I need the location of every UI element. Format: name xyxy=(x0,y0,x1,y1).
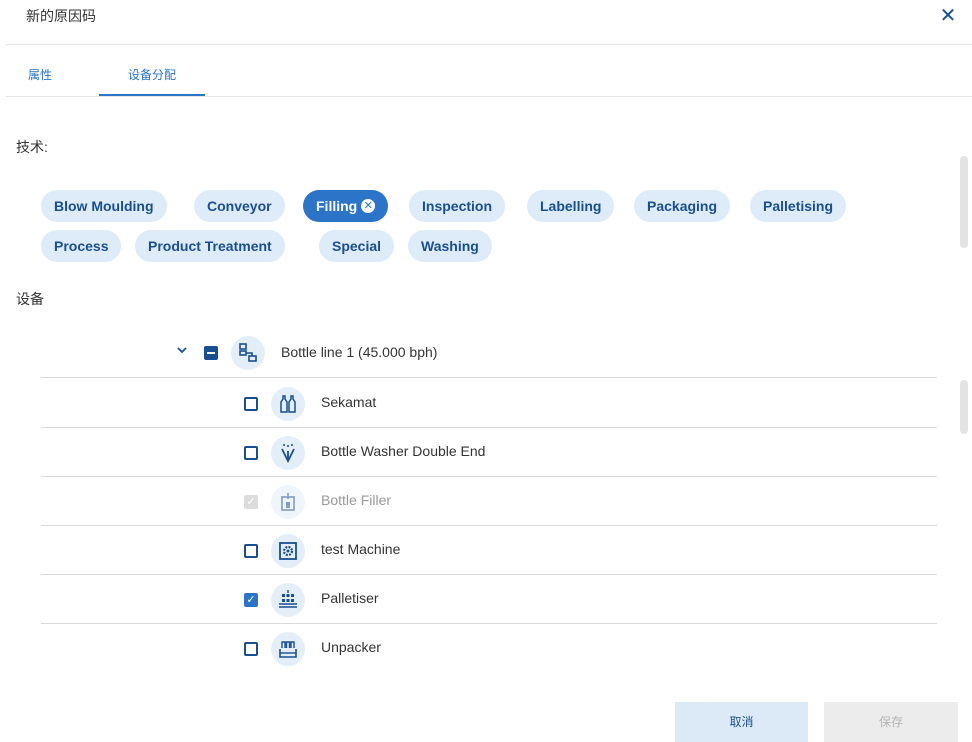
machine-checkbox-disabled: ✓ xyxy=(244,495,258,509)
chevron-down-icon[interactable] xyxy=(174,344,190,360)
machine-checkbox[interactable] xyxy=(244,642,258,656)
technology-label: 技术: xyxy=(16,139,48,155)
equipment-label: 设备 xyxy=(16,291,44,307)
close-icon[interactable]: ✕ xyxy=(936,4,960,28)
machine-checkbox[interactable] xyxy=(244,544,258,558)
tab-divider xyxy=(6,96,972,97)
chip-labelling[interactable]: Labelling xyxy=(527,190,615,222)
tab-bar: 属性 设备分配 xyxy=(6,56,972,96)
tab-equipment-assignment[interactable]: 设备分配 xyxy=(99,66,205,83)
scrollbar-top[interactable] xyxy=(960,156,968,248)
chip-inspection[interactable]: Inspection xyxy=(409,190,506,222)
machine-gear-icon xyxy=(271,534,305,568)
chip-process[interactable]: Process xyxy=(41,230,122,262)
chip-filling[interactable]: Filling ✕ xyxy=(303,190,389,222)
cancel-button[interactable]: 取消 xyxy=(675,702,808,742)
machine-name: test Machine xyxy=(321,541,401,557)
chip-palletising[interactable]: Palletising xyxy=(750,190,847,222)
tree-row-machine: ✓ Palletiser xyxy=(0,575,972,624)
chip-blow-moulding[interactable]: Blow Moulding xyxy=(41,190,167,222)
chip-conveyor[interactable]: Conveyor xyxy=(194,190,285,222)
tab-properties[interactable]: 属性 xyxy=(28,66,52,83)
header-divider xyxy=(6,44,972,45)
machine-name: Palletiser xyxy=(321,590,379,606)
dialog-title: 新的原因码 xyxy=(26,8,96,24)
machine-name: Bottle Filler xyxy=(321,492,392,508)
save-button[interactable]: 保存 xyxy=(824,702,958,742)
remove-chip-icon[interactable]: ✕ xyxy=(361,199,376,214)
machine-name: Unpacker xyxy=(321,639,381,655)
tree-row-machine: ✓ Bottle Filler xyxy=(0,477,972,526)
line-hierarchy-icon xyxy=(231,336,265,370)
line-checkbox[interactable] xyxy=(204,346,218,360)
chip-product-treatment[interactable]: Product Treatment xyxy=(135,230,285,262)
scrollbar-list[interactable] xyxy=(960,380,968,434)
machine-name: Sekamat xyxy=(321,394,377,410)
machine-checkbox[interactable] xyxy=(244,446,258,460)
machine-name: Bottle Washer Double End xyxy=(321,443,486,459)
unpacker-icon xyxy=(271,632,305,666)
washer-spray-icon xyxy=(271,436,305,470)
bottles-icon xyxy=(271,387,305,421)
tree-row-machine: Bottle Washer Double End xyxy=(0,428,972,477)
machine-checkbox[interactable] xyxy=(244,397,258,411)
palletiser-icon xyxy=(271,583,305,617)
chip-washing[interactable]: Washing xyxy=(408,230,492,262)
tree-row-line: Bottle line 1 (45.000 bph) xyxy=(0,329,972,378)
chip-packaging[interactable]: Packaging xyxy=(634,190,731,222)
row-divider xyxy=(41,377,937,378)
tree-row-machine: Sekamat xyxy=(0,379,972,428)
tree-row-machine: test Machine xyxy=(0,526,972,575)
machine-checkbox-checked[interactable]: ✓ xyxy=(244,593,258,607)
chip-special[interactable]: Special xyxy=(319,230,395,262)
line-name: Bottle line 1 (45.000 bph) xyxy=(281,344,438,360)
filler-icon xyxy=(271,485,305,519)
tree-row-machine: Unpacker xyxy=(0,624,972,673)
